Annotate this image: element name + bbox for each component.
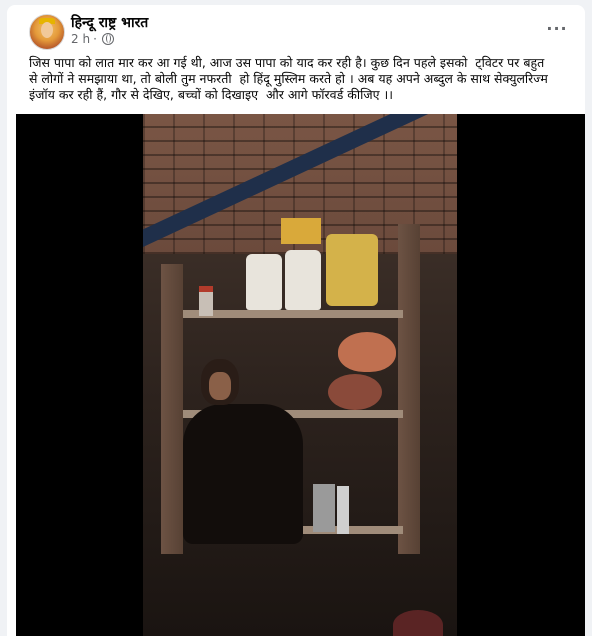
clay-pot-graphic [338, 332, 396, 372]
more-options-icon: ··· [546, 18, 568, 38]
post-meta: 2 h · [71, 32, 114, 46]
video-frame [143, 114, 457, 636]
tin-can-graphic [313, 484, 335, 532]
post-timestamp[interactable]: 2 h [71, 32, 90, 46]
yellow-box-graphic [281, 218, 321, 244]
white-canister-graphic [246, 254, 282, 310]
bottom-object-graphic [393, 610, 443, 636]
shelf-pillar-left [161, 264, 183, 554]
post-card: हिन्दू राष्ट्र भारत 2 h · ··· जिस पापा क… [7, 5, 585, 636]
bottle-graphic [199, 286, 213, 316]
yellow-canister-graphic [326, 234, 378, 306]
video-player[interactable] [16, 114, 585, 636]
shelf-pillar-right [398, 224, 420, 554]
meta-separator: · [93, 32, 97, 46]
avatar-face-graphic [41, 22, 53, 38]
more-options-button[interactable]: ··· [543, 17, 571, 39]
post-header: हिन्दू राष्ट्र भारत 2 h · ··· [7, 5, 585, 55]
globe-icon [101, 33, 114, 45]
person-face-graphic [209, 372, 231, 400]
shelf-top [183, 310, 403, 318]
clay-pot-graphic [328, 374, 382, 410]
white-canister-graphic [285, 250, 321, 310]
page-avatar[interactable] [29, 14, 65, 50]
page-name-link[interactable]: हिन्दू राष्ट्र भारत [71, 13, 148, 32]
person-graphic [183, 404, 303, 544]
tin-can-graphic [337, 486, 349, 534]
post-text: जिस पापा को लात मार कर आ गई थी, आज उस पा… [29, 55, 548, 102]
